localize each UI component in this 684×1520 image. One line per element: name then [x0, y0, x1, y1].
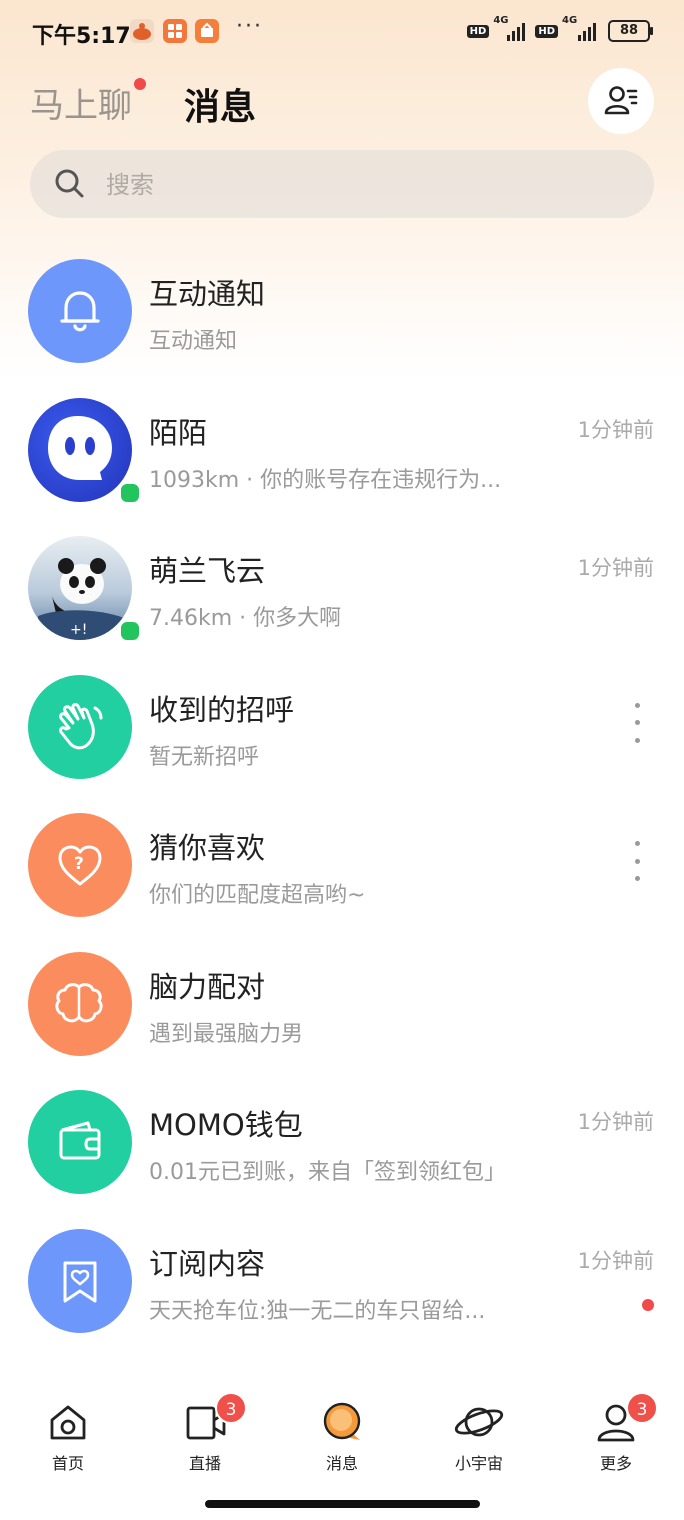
conversation-title: 脑力配对 [149, 969, 266, 1004]
nav-more-badge: 3 [626, 1392, 658, 1424]
list-item[interactable]: MOMO钱包 1分钟前 0.01元已到账，来自「签到领红包」 [0, 1074, 684, 1213]
home-indicator[interactable] [205, 1500, 480, 1508]
svg-text:?: ? [74, 854, 84, 874]
list-item[interactable]: 互动通知 互动通知 [0, 243, 684, 382]
conversation-title: 订阅内容 [149, 1246, 266, 1281]
nav-universe-label: 小宇宙 [454, 1454, 503, 1473]
notification-app-icon-3 [195, 19, 219, 43]
nav-messages[interactable]: 消息 [292, 1400, 392, 1480]
notification-app-icon-1 [130, 19, 154, 43]
list-item[interactable]: 脑力配对 遇到最强脑力男 [0, 936, 684, 1075]
more-options-icon[interactable] [630, 841, 644, 881]
network-type-label: 4G [493, 15, 509, 26]
online-status-dot [118, 480, 142, 505]
conversation-preview: 0.01元已到账，来自「签到领红包」 [149, 1160, 506, 1185]
top-header: 马上聊 消息 [0, 64, 684, 144]
bottom-nav: 首页 直播 3 消息 小宇宙 更多 3 [0, 1380, 684, 1520]
avatar [28, 674, 132, 779]
list-item[interactable]: 陌陌 1分钟前 1093km · 你的账号存在违规行为... [0, 382, 684, 521]
nav-live[interactable]: 直播 3 [155, 1392, 255, 1480]
conversation-preview: 天天抢车位:独一无二的车只留给... [149, 1298, 486, 1324]
conversation-time: 1分钟前 [577, 1248, 654, 1273]
unread-dot [642, 1298, 654, 1311]
nav-live-label: 直播 [188, 1454, 221, 1473]
home-icon [50, 1405, 86, 1440]
search-input[interactable] [104, 164, 628, 206]
heart-question-icon: ? [58, 845, 102, 886]
nav-home[interactable]: 首页 [18, 1400, 118, 1480]
conversation-preview: 你们的匹配度超高哟~ [149, 883, 366, 908]
nav-more-label: 更多 [599, 1454, 632, 1473]
brain-icon [55, 982, 103, 1022]
tab-chat[interactable]: 马上聊 [30, 78, 132, 127]
conversation-preview: 7.46km · 你多大啊 [149, 606, 342, 631]
status-right-group: HD 4G HD 4G 88 [466, 15, 653, 42]
avatar [28, 397, 132, 502]
conversation-title: MOMO钱包 [149, 1108, 303, 1142]
online-status-dot [118, 619, 142, 643]
avatar [28, 1090, 132, 1194]
status-time: 下午5:17 [32, 24, 131, 49]
status-bar: 下午5:17 ··· HD 4G HD 4G 88 [0, 0, 684, 64]
status-more-icon: ··· [236, 14, 263, 39]
panda-avatar-icon: +! [38, 558, 124, 640]
signal-icon-1: 4G [493, 15, 529, 41]
conversation-title: 陌陌 [149, 415, 208, 450]
conversation-time: 1分钟前 [577, 1110, 654, 1134]
avatar: ? [28, 813, 132, 917]
tab-chat-red-dot [134, 78, 146, 90]
wallet-icon [59, 1121, 101, 1160]
bell-icon [60, 291, 100, 332]
conversation-title: 萌兰飞云 [149, 554, 266, 588]
conversation-preview: 1093km · 你的账号存在违规行为... [149, 467, 502, 493]
tab-messages[interactable]: 消息 [184, 78, 256, 130]
nav-more[interactable]: 更多 3 [566, 1392, 666, 1480]
conversation-preview: 互动通知 [149, 329, 238, 354]
wave-hand-icon [59, 702, 103, 749]
momo-logo-icon [48, 415, 112, 480]
battery-icon: 88 [608, 20, 653, 42]
conversation-preview: 暂无新招呼 [149, 744, 260, 770]
conversation-title: 猜你喜欢 [149, 831, 266, 865]
nav-universe[interactable]: 小宇宙 [429, 1400, 529, 1480]
search-bar[interactable] [30, 150, 654, 218]
conversation-list: 互动通知 互动通知 陌陌 1分钟前 1093km · 你的账号存在违规行为... [0, 243, 684, 1351]
conversation-title: 收到的招呼 [149, 692, 295, 727]
conversation-title: 互动通知 [149, 277, 266, 311]
network-type-label-2: 4G [562, 15, 578, 26]
list-item[interactable]: 收到的招呼 暂无新招呼 [0, 659, 684, 798]
bookmark-icon [63, 1261, 97, 1302]
list-item[interactable]: 订阅内容 1分钟前 天天抢车位:独一无二的车只留给... [0, 1213, 684, 1352]
message-bubble-icon [323, 1402, 361, 1440]
avatar [28, 1228, 132, 1333]
planet-icon [454, 1407, 504, 1437]
list-item[interactable]: +! 萌兰飞云 1分钟前 7.46km · 你多大啊 [0, 520, 684, 659]
nav-messages-label: 消息 [325, 1454, 358, 1473]
more-options-icon[interactable] [630, 702, 644, 743]
nav-live-badge: 3 [215, 1392, 247, 1424]
avatar: +! [28, 536, 132, 640]
search-icon [55, 169, 84, 198]
list-item[interactable]: ? 猜你喜欢 你们的匹配度超高哟~ [0, 797, 684, 936]
hd-icon: HD [466, 24, 490, 38]
notification-app-icon-2 [163, 19, 187, 43]
contacts-list-icon [604, 86, 638, 115]
svg-text:+!: +! [70, 622, 87, 638]
avatar [28, 259, 132, 363]
signal-icon-2: 4G [562, 15, 602, 41]
conversation-time: 1分钟前 [577, 417, 654, 442]
conversation-time: 1分钟前 [577, 556, 654, 580]
conversation-preview: 遇到最强脑力男 [149, 1021, 304, 1047]
contacts-button[interactable] [588, 68, 654, 134]
hd-icon-2: HD [535, 24, 558, 38]
avatar [28, 951, 132, 1056]
nav-home-label: 首页 [51, 1454, 84, 1473]
